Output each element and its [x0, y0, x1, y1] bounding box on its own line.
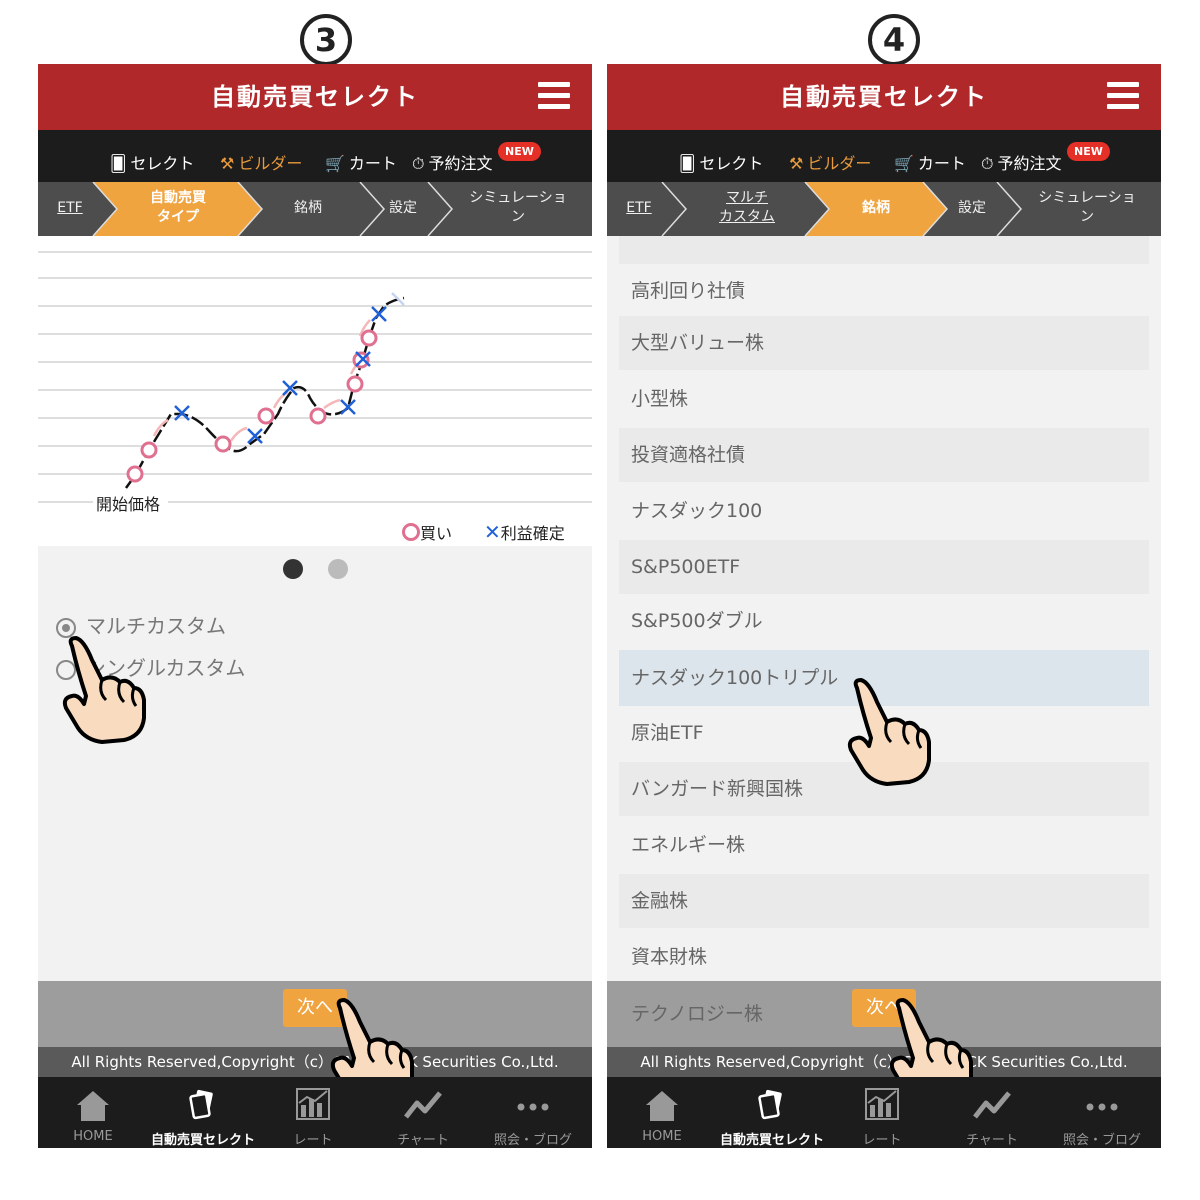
nav-select[interactable]: 🂠 セレクト	[679, 150, 763, 174]
top-nav: 🂠 セレクト ⚒ ビルダー 🛒 カート ⏱ 予約注文 NEW	[607, 130, 1161, 182]
tab-chart[interactable]: チャート	[937, 1077, 1047, 1148]
more-dots-icon	[517, 1103, 549, 1111]
nav-select[interactable]: 🂠 セレクト	[110, 150, 194, 174]
cards-icon	[758, 1089, 782, 1120]
hammer-icon: ⚒	[789, 154, 804, 173]
menu-icon[interactable]	[538, 82, 570, 110]
list-item-behind-bar: テクノロジー株	[631, 1003, 763, 1025]
line-chart-icon	[404, 1091, 442, 1119]
step-symbol: 銘柄	[294, 200, 322, 216]
tab-home[interactable]: HOME	[607, 1077, 717, 1148]
clock-icon: ⏱	[981, 154, 994, 173]
symbol-list: 高利回り社債 大型バリュー株 小型株 投資適格社債 ナスダック100 S&P50…	[607, 236, 1161, 981]
pointing-hand-icon	[847, 678, 931, 786]
copyright: All Rights Reserved,Copyright（c）GMO CLIC…	[607, 1047, 1161, 1077]
bottom-tabbar: HOME 自動売買セレクト レート チャート 照会・ブログ	[607, 1077, 1161, 1148]
step-etf[interactable]: ETF	[50, 199, 90, 218]
legend-profit: ✕利益確定	[484, 520, 565, 544]
step-etf[interactable]: ETF	[619, 199, 659, 218]
nav-builder[interactable]: ⚒ ビルダー	[220, 150, 302, 174]
strategy-chart: 開始価格 買い ✕利益確定	[38, 236, 592, 546]
legend-buy: 買い	[402, 520, 452, 544]
cart-icon: 🛒	[325, 154, 345, 173]
app-header: 自動売買セレクト	[38, 64, 592, 130]
copyright: All Rights Reserved,Copyright（c）GMO CLIC…	[38, 1047, 592, 1077]
step-breadcrumb: ETF マルチ カスタム 銘柄 設定 シミュレーショ ン	[607, 182, 1161, 236]
phone-screen-symbol-select: 自動売買セレクト 🂠 セレクト ⚒ ビルダー 🛒 カート ⏱ 予約注文 NEW ETF …	[607, 64, 1161, 1148]
clock-icon: ⏱	[412, 154, 425, 173]
cards-icon: 🂠	[679, 154, 696, 173]
step-multi-custom[interactable]: マルチ カスタム	[697, 189, 797, 227]
radio-checked-icon[interactable]	[56, 617, 76, 638]
new-badge: NEW	[498, 142, 541, 161]
list-item[interactable]: 資本財株	[619, 930, 1149, 981]
bottom-tabbar: HOME 自動売買セレクト レート チャート 照会・ブログ	[38, 1077, 592, 1148]
cards-icon: 🂠	[110, 154, 127, 173]
nav-reserve-order[interactable]: ⏱ 予約注文	[981, 150, 1062, 174]
step-simulation: シミュレーショ ン	[1038, 190, 1136, 225]
cards-icon	[189, 1089, 213, 1120]
rate-chart-icon	[865, 1088, 899, 1120]
step-number-3: 3	[296, 8, 356, 66]
list-item[interactable]: 金融株	[619, 874, 1149, 928]
list-item[interactable]: 高利回り社債	[619, 264, 1149, 318]
step-settings: 設定	[389, 200, 417, 216]
hammer-icon: ⚒	[220, 154, 235, 173]
list-item-partial	[619, 236, 1149, 264]
option-multi-custom[interactable]: マルチカスタム	[56, 610, 226, 639]
app-title: 自動売買セレクト	[780, 83, 988, 111]
top-nav: 🂠 セレクト ⚒ ビルダー 🛒 カート ⏱ 予約注文 NEW	[38, 130, 592, 182]
phone-screen-type-select: 自動売買セレクト 🂠 セレクト ⚒ ビルダー 🛒 カート ⏱ 予約注文 NEW ETF …	[38, 64, 592, 1148]
nav-builder[interactable]: ⚒ ビルダー	[789, 150, 871, 174]
list-item[interactable]: S&P500ETF	[619, 540, 1149, 594]
buy-marker-icon	[402, 523, 420, 541]
list-item[interactable]: 投資適格社債	[619, 428, 1149, 482]
new-badge: NEW	[1067, 142, 1110, 161]
list-item[interactable]: S&P500ダブル	[619, 594, 1149, 648]
profit-marker-icon: ✕	[484, 520, 501, 544]
list-item[interactable]: 大型バリュー株	[619, 316, 1149, 370]
menu-icon[interactable]	[1107, 82, 1139, 110]
nav-cart[interactable]: 🛒 カート	[894, 150, 966, 174]
step-breadcrumb: ETF 自動売買 タイプ 銘柄 設定 シミュレーショ ン	[38, 182, 592, 236]
tab-auto-select[interactable]: 自動売買セレクト	[148, 1077, 258, 1148]
tab-rate[interactable]: レート	[258, 1077, 368, 1148]
more-dots-icon	[1086, 1103, 1118, 1111]
line-chart-icon	[973, 1091, 1011, 1119]
step-auto-type: 自動売買 タイプ	[150, 190, 206, 225]
start-price-label: 開始価格	[94, 491, 163, 515]
tab-more[interactable]: 照会・ブログ	[1047, 1077, 1157, 1148]
nav-cart[interactable]: 🛒 カート	[325, 150, 397, 174]
list-item[interactable]: 小型株	[619, 372, 1149, 426]
app-header: 自動売買セレクト	[607, 64, 1161, 130]
step-settings: 設定	[958, 200, 986, 216]
step-simulation: シミュレーショ ン	[469, 190, 567, 225]
cart-icon: 🛒	[894, 154, 914, 173]
step-number-4: 4	[864, 8, 924, 66]
tab-chart[interactable]: チャート	[368, 1077, 478, 1148]
home-icon	[77, 1091, 109, 1121]
list-item[interactable]: エネルギー株	[619, 818, 1149, 872]
pointing-hand-icon	[62, 636, 146, 744]
step-symbol: 銘柄	[862, 200, 890, 216]
rate-chart-icon	[296, 1088, 330, 1120]
nav-reserve-order[interactable]: ⏱ 予約注文	[412, 150, 493, 174]
tab-auto-select[interactable]: 自動売買セレクト	[717, 1077, 827, 1148]
tab-home[interactable]: HOME	[38, 1077, 148, 1148]
list-item[interactable]: ナスダック100	[619, 484, 1149, 538]
home-icon	[646, 1091, 678, 1121]
tab-rate[interactable]: レート	[827, 1077, 937, 1148]
next-bar: 次へ	[38, 981, 592, 1047]
app-title: 自動売買セレクト	[211, 83, 419, 111]
carousel-dot-active[interactable]	[283, 559, 303, 579]
next-bar: テクノロジー株 次へ	[607, 981, 1161, 1047]
carousel-dot[interactable]	[328, 559, 348, 579]
tab-more[interactable]: 照会・ブログ	[478, 1077, 588, 1148]
